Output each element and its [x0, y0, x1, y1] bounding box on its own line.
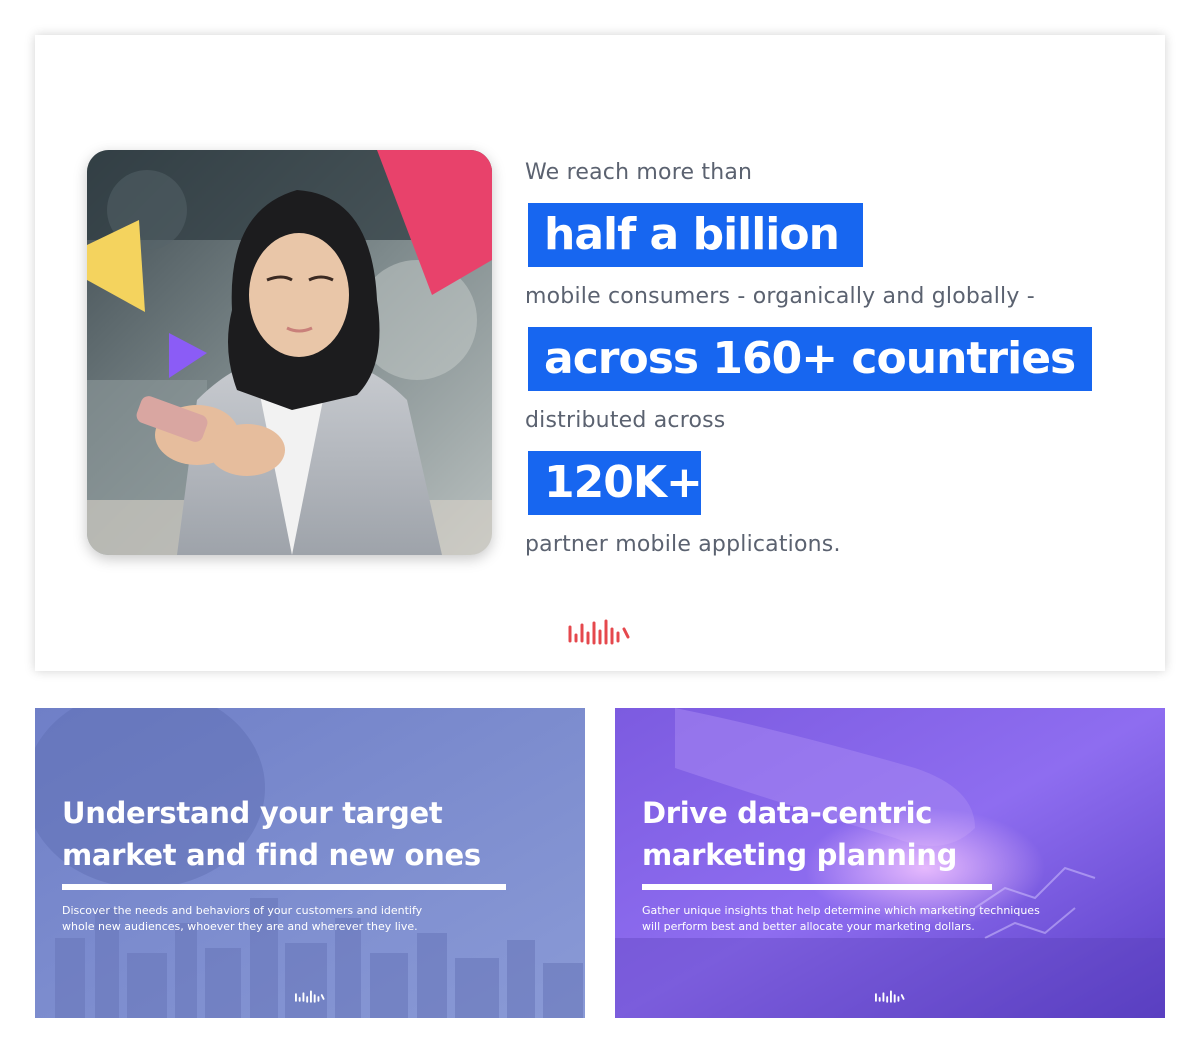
card-description: Discover the needs and behaviors of your…	[62, 904, 423, 933]
title-underline	[62, 884, 506, 890]
brand-waveform-logo-icon	[875, 989, 905, 1008]
stat-partner-apps-text: partner mobile applications.	[525, 532, 841, 557]
brand-waveform-logo-icon	[568, 619, 632, 651]
brand-waveform-logo-icon	[295, 989, 325, 1008]
stat-consumers-text: mobile consumers - organically and globa…	[525, 284, 1035, 309]
card-title: Understand your target market and find n…	[62, 796, 481, 872]
woman-using-phone-photo	[87, 150, 492, 555]
feature-card-target-market: Understand your target market and find n…	[35, 708, 585, 1018]
card-description: Gather unique insights that help determi…	[642, 904, 1040, 933]
highlight-countries: across 160+ countries	[528, 327, 1092, 391]
hero-slide: We reach more than half a billion mobile…	[35, 35, 1165, 671]
card-title: Drive data-centric marketing planning	[642, 796, 958, 872]
highlight-half-a-billion: half a billion	[528, 203, 863, 267]
stat-distributed-text: distributed across	[525, 408, 726, 433]
stat-intro-text: We reach more than	[525, 160, 753, 185]
reach-statistics: We reach more than half a billion mobile…	[525, 153, 1125, 565]
feature-card-marketing-planning: Drive data-centric marketing planning Ga…	[615, 708, 1165, 1018]
title-underline	[642, 884, 992, 890]
highlight-apps-count: 120K+	[528, 451, 703, 515]
